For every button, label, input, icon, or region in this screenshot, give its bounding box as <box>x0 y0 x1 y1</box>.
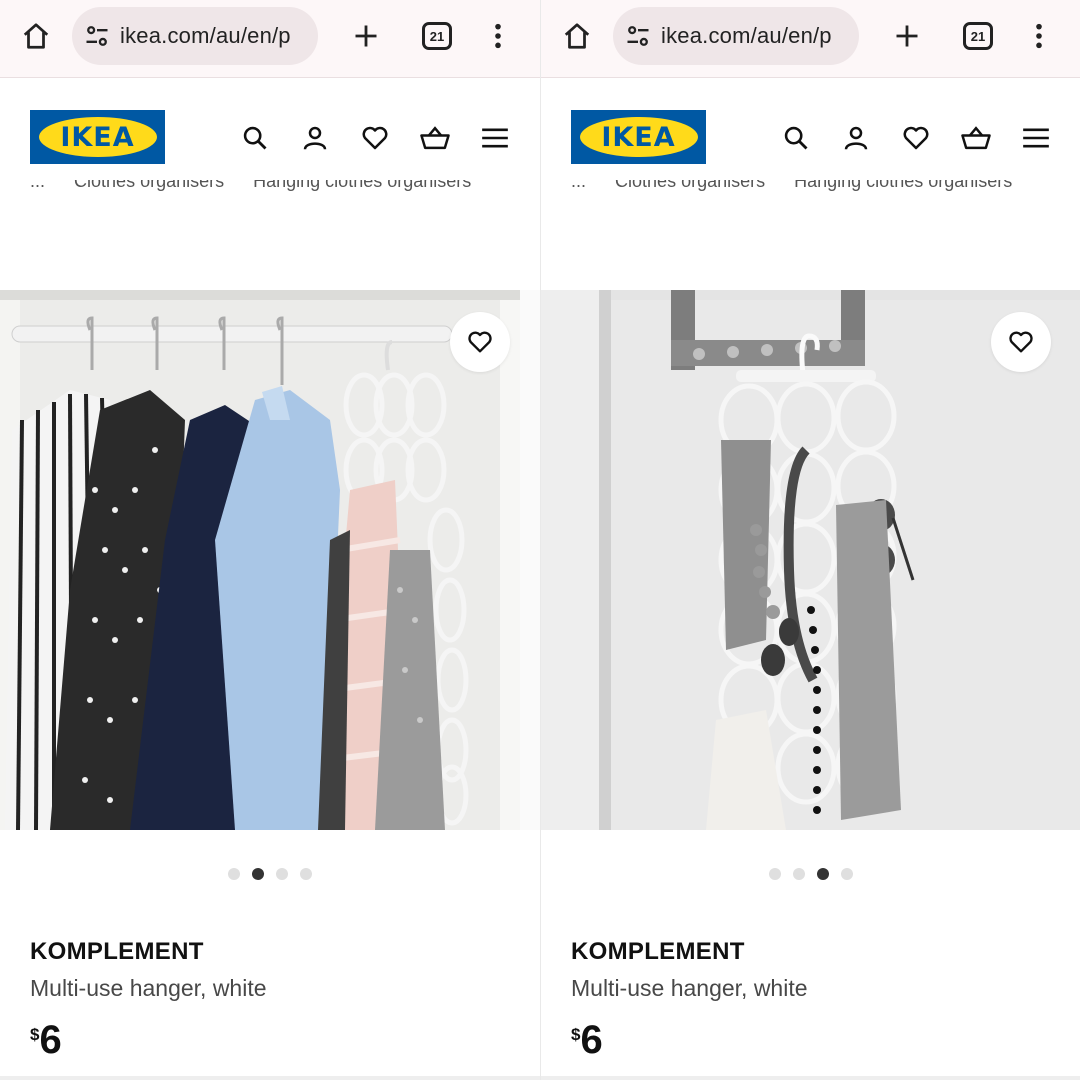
image-carousel-dots <box>541 868 1080 880</box>
wardrobe-photo <box>0 290 540 830</box>
tab-count: 21 <box>970 28 986 44</box>
carousel-dot-active[interactable] <box>817 868 829 880</box>
breadcrumb: ... Clothes organisers Hanging clothes o… <box>571 180 1071 202</box>
product-image[interactable] <box>0 290 540 830</box>
carousel-dot[interactable] <box>228 868 240 880</box>
product-description: Multi-use hanger, white <box>30 975 267 1001</box>
logo-text: IKEA <box>60 121 135 153</box>
wishlist-icon[interactable] <box>897 119 935 157</box>
price-currency: $ <box>571 1025 581 1044</box>
more-menu-icon[interactable] <box>484 18 512 54</box>
door-hanger-photo <box>541 290 1080 830</box>
carousel-dot[interactable] <box>300 868 312 880</box>
browser-pane-right: ikea.com/au/en/p 21 IKEA ... Clothes org… <box>540 0 1080 1080</box>
favourite-heart-icon[interactable] <box>450 312 510 372</box>
site-header: IKEA <box>0 79 540 195</box>
product-image[interactable] <box>541 290 1080 830</box>
breadcrumb-item[interactable]: ... <box>571 180 586 191</box>
logo-oval: IKEA <box>579 117 698 157</box>
carousel-dot-active[interactable] <box>252 868 264 880</box>
divider <box>0 1076 540 1080</box>
site-settings-icon[interactable] <box>82 21 112 51</box>
carousel-dot[interactable] <box>793 868 805 880</box>
search-icon[interactable] <box>777 119 815 157</box>
browser-pane-left: ikea.com/au/en/p 21 IKEA ... Clothes org… <box>0 0 540 1080</box>
home-icon[interactable] <box>559 18 595 54</box>
ikea-logo[interactable]: IKEA <box>30 110 165 164</box>
breadcrumb-item[interactable]: Clothes organisers <box>615 180 765 191</box>
tab-switcher-icon[interactable]: 21 <box>963 22 993 50</box>
url-text[interactable]: ikea.com/au/en/p <box>120 23 291 49</box>
logo-oval: IKEA <box>38 117 157 157</box>
wishlist-icon[interactable] <box>356 119 394 157</box>
address-bar[interactable]: ikea.com/au/en/p <box>72 7 318 65</box>
new-tab-icon[interactable] <box>348 18 384 54</box>
carousel-dot[interactable] <box>841 868 853 880</box>
header-actions <box>236 119 514 157</box>
home-icon[interactable] <box>18 18 54 54</box>
breadcrumb-item[interactable]: Clothes organisers <box>74 180 224 191</box>
image-carousel-dots <box>0 868 540 880</box>
browser-toolbar: ikea.com/au/en/p 21 <box>541 0 1080 78</box>
divider <box>541 1076 1080 1080</box>
product-price: $ 6 <box>571 1018 603 1062</box>
cart-icon[interactable] <box>416 119 454 157</box>
browser-toolbar: ikea.com/au/en/p 21 <box>0 0 540 78</box>
product-name[interactable]: KOMPLEMENT <box>30 938 204 966</box>
cart-icon[interactable] <box>957 119 995 157</box>
price-amount: 6 <box>580 1018 603 1062</box>
breadcrumb-item[interactable]: Hanging clothes organisers <box>253 180 471 191</box>
new-tab-icon[interactable] <box>889 18 925 54</box>
url-text[interactable]: ikea.com/au/en/p <box>661 23 832 49</box>
header-actions <box>777 119 1055 157</box>
product-name[interactable]: KOMPLEMENT <box>571 938 745 966</box>
price-currency: $ <box>30 1025 40 1044</box>
price-amount: 6 <box>39 1018 62 1062</box>
logo-text: IKEA <box>601 121 676 153</box>
favourite-heart-icon[interactable] <box>991 312 1051 372</box>
ikea-logo[interactable]: IKEA <box>571 110 706 164</box>
account-icon[interactable] <box>837 119 875 157</box>
product-price: $ 6 <box>30 1018 62 1062</box>
menu-icon[interactable] <box>476 119 514 157</box>
search-icon[interactable] <box>236 119 274 157</box>
carousel-dot[interactable] <box>769 868 781 880</box>
breadcrumb: ... Clothes organisers Hanging clothes o… <box>30 180 530 202</box>
breadcrumb-item[interactable]: Hanging clothes organisers <box>794 180 1012 191</box>
site-header: IKEA <box>541 79 1080 195</box>
menu-icon[interactable] <box>1017 119 1055 157</box>
breadcrumb-item[interactable]: ... <box>30 180 45 191</box>
site-settings-icon[interactable] <box>623 21 653 51</box>
tab-switcher-icon[interactable]: 21 <box>422 22 452 50</box>
tab-count: 21 <box>429 28 445 44</box>
address-bar[interactable]: ikea.com/au/en/p <box>613 7 859 65</box>
product-description: Multi-use hanger, white <box>571 975 808 1001</box>
more-menu-icon[interactable] <box>1025 18 1053 54</box>
account-icon[interactable] <box>296 119 334 157</box>
carousel-dot[interactable] <box>276 868 288 880</box>
